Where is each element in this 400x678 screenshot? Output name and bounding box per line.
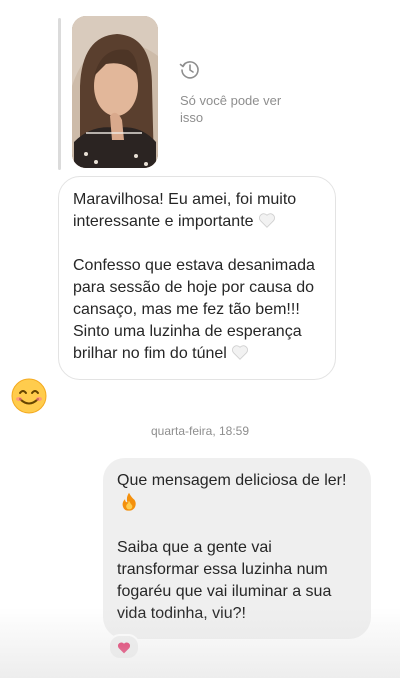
story-thumbnail[interactable] [72, 16, 158, 168]
story-expired-label: Só você pode ver isso [180, 93, 282, 125]
red-heart-icon [117, 641, 131, 653]
incoming-message-bubble[interactable]: Maravilhosa! Eu amei, foi muito interess… [58, 176, 336, 380]
expired-story-icon [179, 61, 199, 79]
outgoing-message-bubble[interactable]: Que mensagem deliciosa de ler! Saiba que… [103, 458, 371, 639]
smiling-face-emoji[interactable] [11, 378, 47, 414]
message-timestamp: quarta-feira, 18:59 [150, 424, 250, 438]
incoming-message-paragraph: Confesso que estava desanimada para sess… [73, 257, 315, 362]
story-reply-bar [58, 18, 61, 170]
outgoing-message-paragraph: Que mensagem deliciosa de ler! [117, 470, 357, 515]
incoming-message-paragraph: Maravilhosa! Eu amei, foi muito interess… [73, 191, 297, 230]
story-photo [72, 16, 158, 168]
message-thread: Só você pode ver isso Maravilhosa! Eu am… [0, 0, 400, 678]
white-heart-icon [258, 213, 275, 228]
outgoing-message-paragraph: Saiba que a gente vai transformar essa l… [117, 539, 332, 622]
white-heart-icon [231, 345, 248, 360]
message-reaction[interactable] [108, 634, 140, 660]
fire-icon [122, 492, 136, 511]
